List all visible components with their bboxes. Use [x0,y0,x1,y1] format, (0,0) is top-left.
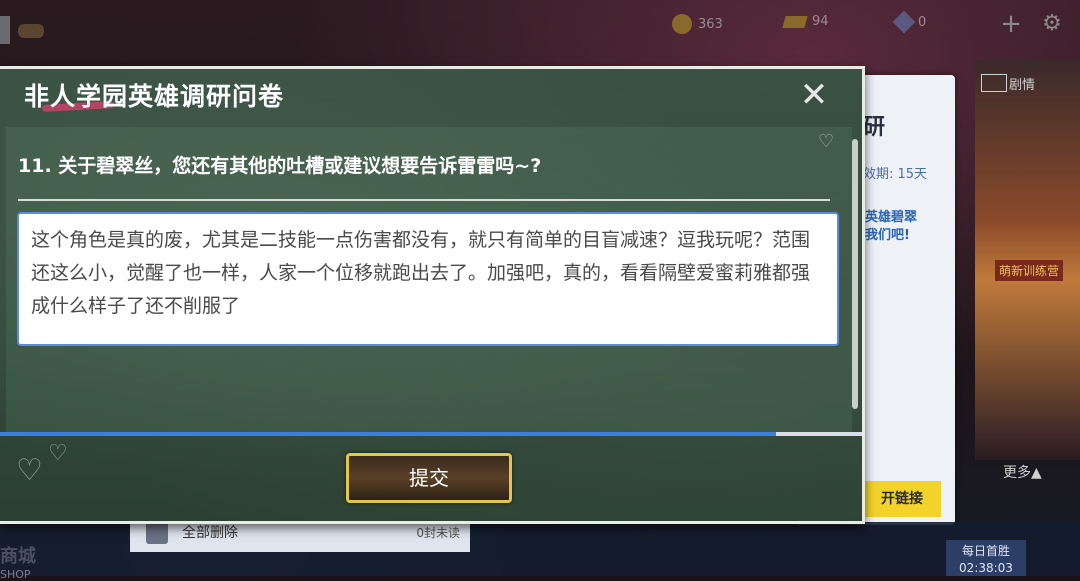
bar-amount: 94 [812,14,829,29]
gem-icon [892,10,916,34]
card-desc-line-1: 英雄碧翠 [865,210,918,225]
heart-doodle-icon: ♡ [818,131,835,152]
gem-amount: 0 [918,14,927,30]
add-icon[interactable]: + [996,10,1026,38]
card-description: 英雄碧翠 我们吧! [865,209,917,245]
daily-label: 每日首胜 [961,544,1010,558]
plot-label: 剧情 [1009,78,1036,93]
side-banner[interactable]: 剧情 萌新训练营 [975,60,1080,460]
bar-counter[interactable]: 94 [782,14,829,29]
dialog-title: 非人学园英雄调研问卷 [24,82,285,111]
progress-track [0,432,862,436]
progress-fill [0,432,776,436]
question-text: 11. 关于碧翠丝，您还有其他的吐槽或建议想要告诉雷雷吗~? [18,155,542,177]
coin-counter[interactable]: 363 [672,14,723,34]
survey-dialog: 非人学园英雄调研问卷 ✕ ♡ 11. 关于碧翠丝，您还有其他的吐槽或建议想要告诉… [0,66,865,524]
play-icon [981,74,1007,92]
card-validity: 效期: 15天 [863,167,928,182]
shop-tab-label: SHOP [0,568,31,581]
card-desc-line-2: 我们吧! [865,228,910,243]
camp-label: 萌新训练营 [995,260,1064,281]
close-icon[interactable]: ✕ [798,77,830,113]
card-title: 研 [863,115,886,140]
gear-icon[interactable]: ⚙ [1038,10,1066,38]
open-link-button[interactable]: 开链接 [863,481,941,517]
heart-doodle-icon: ♡ [48,441,68,466]
toy-icon [18,24,44,38]
shop-tab-cn: 商城 [0,546,36,567]
daily-first-win[interactable]: 每日首胜 02:38:03 [946,540,1026,576]
unread-count: 0封未读 [416,526,460,540]
heart-doodle-icon: ♡ [16,453,43,488]
delete-all-button[interactable]: 全部删除 [182,522,238,542]
scrollbar[interactable] [852,139,858,409]
gold-bar-icon [782,15,808,28]
coin-icon [672,14,692,34]
more-button[interactable]: 更多▲ [1003,462,1042,482]
shop-tab[interactable]: 商城 SHOP [0,542,36,581]
back-button[interactable] [0,16,10,44]
question-divider [18,199,830,201]
top-bar: 363 94 0 + ⚙ [0,0,1080,50]
submit-button[interactable]: 提交 [346,453,512,503]
gem-counter[interactable]: 0 [892,10,927,34]
answer-textarea[interactable]: 这个角色是真的废，尤其是二技能一点伤害都没有，就只有简单的目盲减速？逗我玩呢？范… [17,212,839,346]
daily-timer: 02:38:03 [959,561,1013,575]
coin-amount: 363 [698,16,723,32]
